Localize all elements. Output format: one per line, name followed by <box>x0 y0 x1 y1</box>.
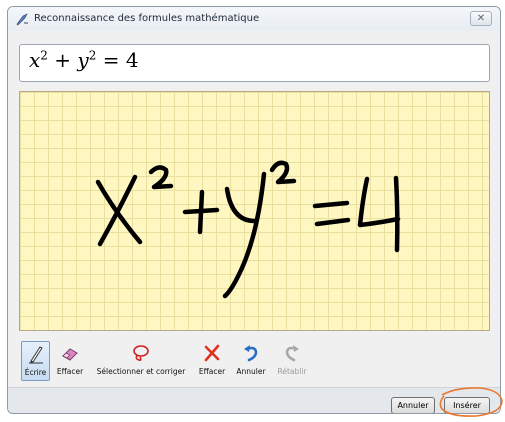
tool-erase[interactable]: Effacer <box>52 341 88 381</box>
tool-redo[interactable]: Rétablir <box>272 341 312 381</box>
eraser-icon <box>62 348 78 361</box>
lasso-icon <box>133 345 149 361</box>
math-input-window: Reconnaissance des formules mathématique… <box>7 6 501 414</box>
tool-label: Rétablir <box>277 367 307 376</box>
formula-var-y: y <box>77 48 89 72</box>
formula-var-x: x <box>29 48 41 72</box>
tool-label: Effacer <box>56 367 84 376</box>
math-input-app-icon <box>16 13 28 26</box>
formula-preview-text: x2 + y2 = 4 <box>29 48 139 72</box>
handwriting-canvas[interactable] <box>19 91 490 331</box>
title-bar: Reconnaissance des formules mathématique… <box>8 7 500 31</box>
handwritten-formula-ink <box>95 160 401 299</box>
tool-write[interactable]: Écrire <box>21 341 50 381</box>
formula-exp-x: 2 <box>40 48 48 63</box>
close-button[interactable]: ✕ <box>470 11 492 26</box>
formula-preview: x2 + y2 = 4 <box>19 44 490 82</box>
tool-select-correct[interactable]: Sélectionner et corriger <box>89 341 193 381</box>
tool-clear[interactable]: Effacer <box>194 341 230 381</box>
tool-undo[interactable]: Annuler <box>231 341 271 381</box>
tool-label: Annuler <box>236 367 266 376</box>
formula-rhs: 4 <box>125 48 139 72</box>
tool-label: Effacer <box>198 367 226 376</box>
formula-plus: + <box>47 48 78 72</box>
ink-toolbar: Écrire Effacer Sélectionner et corriger … <box>19 341 359 383</box>
undo-icon <box>244 345 258 362</box>
pen-icon <box>28 346 43 364</box>
dialog-button-bar: Annuler Insérer <box>8 387 500 413</box>
tool-label: Écrire <box>24 368 47 377</box>
window-title: Reconnaissance des formules mathématique <box>34 13 260 24</box>
cancel-button[interactable]: Annuler <box>391 397 435 413</box>
clear-icon <box>204 344 220 362</box>
redo-icon <box>285 345 299 362</box>
close-icon: ✕ <box>476 13 486 24</box>
formula-equals: = <box>96 48 126 72</box>
tool-label: Sélectionner et corriger <box>96 367 186 376</box>
insert-highlight-annotation <box>439 387 503 417</box>
